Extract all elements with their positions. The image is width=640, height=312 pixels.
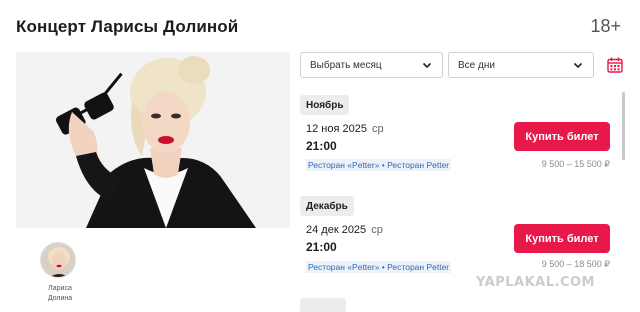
venue-link[interactable]: Ресторан «Petter» • Ресторан Petter (306, 159, 452, 171)
event-date: 24 дек 2025 ср (306, 224, 383, 236)
event-date: 12 ноя 2025 ср (306, 123, 384, 135)
calendar-icon[interactable] (606, 56, 624, 74)
month-select[interactable]: Выбрать месяц (300, 52, 443, 78)
event-time: 21:00 (306, 139, 337, 153)
page-title: Концерт Ларисы Долиной (16, 17, 239, 36)
watermark: YAPLAKAL.COM (476, 275, 595, 290)
artist-name[interactable]: Лариса Долина (40, 284, 80, 304)
event-weekday: ср (371, 224, 383, 236)
month-label: Декабрь (300, 196, 354, 216)
event-date-text: 24 дек 2025 (306, 224, 367, 236)
chevron-down-icon (573, 62, 583, 69)
scrollbar[interactable] (622, 92, 625, 160)
buy-ticket-button[interactable]: Купить билет (514, 122, 610, 151)
month-label: Ноябрь (300, 95, 350, 115)
artist-avatar[interactable] (40, 242, 76, 278)
chevron-down-icon (422, 62, 432, 69)
next-month-label (300, 298, 346, 312)
artist-card[interactable]: Лариса Долина (40, 242, 80, 304)
days-select-label: Все дни (458, 59, 495, 71)
event-photo (16, 52, 290, 228)
event-weekday: ср (372, 123, 384, 135)
venue-link[interactable]: Ресторан «Petter» • Ресторан Petter (306, 261, 452, 273)
buy-ticket-button[interactable]: Купить билет (514, 224, 610, 253)
age-rating-badge: 18+ (590, 16, 621, 36)
event-time: 21:00 (306, 240, 337, 254)
days-select[interactable]: Все дни (448, 52, 594, 78)
event-card: Концерт Ларисы Долиной 18+ Лариса Долина… (0, 0, 640, 312)
month-select-label: Выбрать месяц (310, 59, 382, 71)
event-date-text: 12 ноя 2025 (306, 123, 367, 135)
price-range: 9 500 – 18 500 ₽ (541, 259, 610, 269)
price-range: 9 500 – 15 500 ₽ (541, 159, 610, 169)
